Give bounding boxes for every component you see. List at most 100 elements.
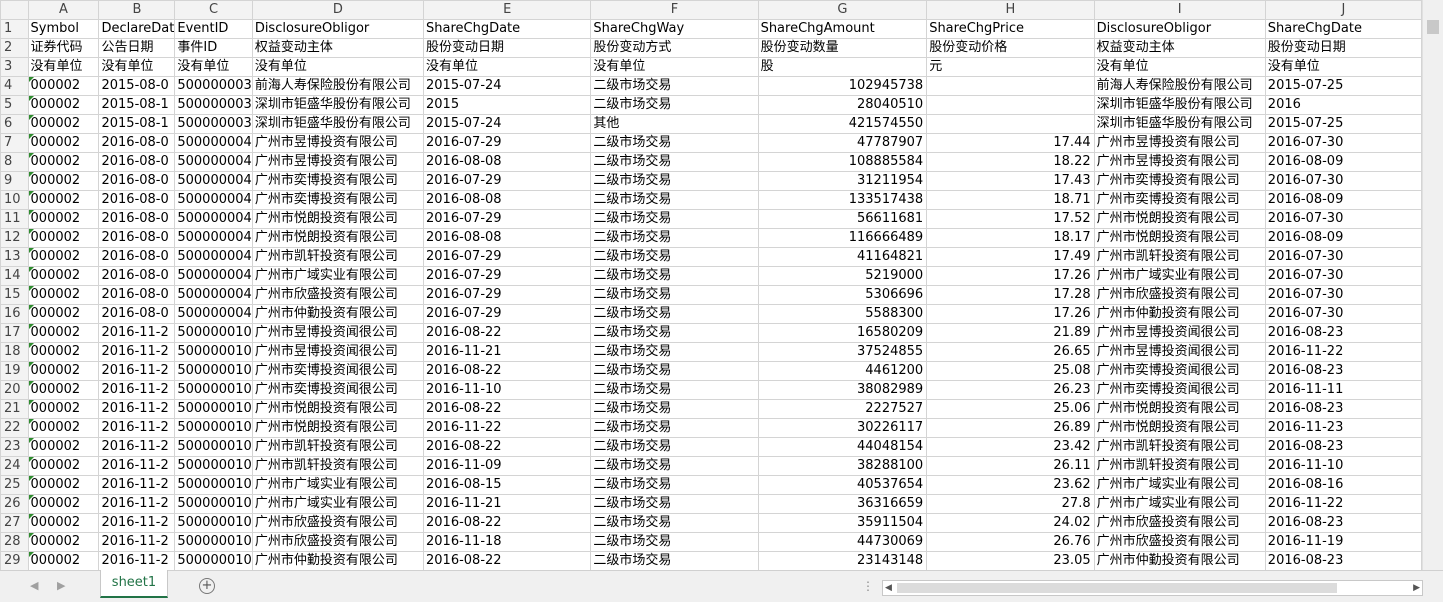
cell[interactable]: 35911504 (757, 513, 928, 533)
cell[interactable]: 2016-11-2 (98, 494, 176, 514)
cell[interactable]: 2016-08-22 (422, 551, 592, 570)
cell[interactable]: 2016-08-22 (422, 513, 592, 533)
vertical-scrollbar[interactable] (1422, 0, 1443, 570)
cell[interactable]: 2227527 (757, 399, 928, 419)
row-header[interactable]: 14 (0, 266, 29, 286)
cell[interactable]: 二级市场交易 (590, 171, 759, 191)
row-header[interactable]: 20 (0, 380, 29, 400)
horizontal-scroll-thumb[interactable] (897, 583, 1337, 593)
cell[interactable]: 2016-11-10 (1264, 456, 1422, 476)
cell[interactable]: 000002 (27, 266, 100, 286)
cell[interactable]: 二级市场交易 (590, 494, 759, 514)
cell[interactable]: 二级市场交易 (590, 152, 759, 172)
cell[interactable]: 证券代码 (27, 38, 100, 58)
cell[interactable]: 41164821 (757, 247, 928, 267)
cell[interactable]: 二级市场交易 (590, 342, 759, 362)
cell[interactable]: 2015-08-1 (98, 95, 176, 115)
cell[interactable]: 2016-07-30 (1264, 266, 1422, 286)
row-header[interactable]: 23 (0, 437, 29, 457)
row-header[interactable]: 15 (0, 285, 29, 305)
cell[interactable]: 2016-07-29 (422, 266, 592, 286)
cell[interactable]: 25.06 (926, 399, 1095, 419)
cell[interactable]: 23.05 (926, 551, 1095, 570)
cell[interactable]: ShareChgAmount (757, 19, 928, 39)
cell[interactable]: 26.23 (926, 380, 1095, 400)
cell[interactable]: 广州市凯轩投资有限公司 (1093, 456, 1266, 476)
vertical-scroll-thumb[interactable] (1427, 20, 1439, 34)
cell[interactable]: 2016-08-22 (422, 361, 592, 381)
cell[interactable]: 500000010 (174, 399, 253, 419)
cell[interactable]: 30226117 (757, 418, 928, 438)
cell[interactable]: 000002 (27, 152, 100, 172)
cell[interactable]: 500000010 (174, 475, 253, 495)
cell[interactable]: 广州市悦朗投资有限公司 (251, 399, 425, 419)
cell[interactable]: 2016-07-29 (422, 304, 592, 324)
cell[interactable]: 38288100 (757, 456, 928, 476)
cell[interactable]: 广州市奕博投资有限公司 (1093, 190, 1266, 210)
cell[interactable]: 没有单位 (1093, 57, 1266, 77)
cell[interactable]: 股份变动价格 (926, 38, 1095, 58)
column-header-j[interactable]: J (1264, 0, 1422, 20)
cell[interactable]: 500000004 (174, 133, 253, 153)
cell[interactable]: 26.11 (926, 456, 1095, 476)
column-header-f[interactable]: F (590, 0, 759, 20)
cell[interactable]: 44730069 (757, 532, 928, 552)
row-header[interactable]: 6 (0, 114, 29, 134)
row-header[interactable]: 13 (0, 247, 29, 267)
cell[interactable]: 2016-08-08 (422, 228, 592, 248)
cell[interactable]: 000002 (27, 285, 100, 305)
cell[interactable]: 2016-11-18 (422, 532, 592, 552)
row-header[interactable]: 2 (0, 38, 29, 58)
row-header[interactable]: 28 (0, 532, 29, 552)
cell[interactable]: 500000010 (174, 456, 253, 476)
cell[interactable]: 广州市欣盛投资有限公司 (1093, 513, 1266, 533)
cell[interactable]: 2016-07-30 (1264, 133, 1422, 153)
scroll-right-arrow-icon[interactable]: ▶ (1413, 581, 1420, 595)
column-header-a[interactable]: A (27, 0, 100, 20)
row-header[interactable]: 29 (0, 551, 29, 570)
cell[interactable]: 广州市凯轩投资有限公司 (251, 456, 425, 476)
cell[interactable]: 没有单位 (251, 57, 425, 77)
horizontal-scrollbar[interactable]: ◀ ▶ (882, 580, 1423, 596)
cell[interactable]: 广州市欣盛投资有限公司 (1093, 532, 1266, 552)
cell[interactable]: 28040510 (757, 95, 928, 115)
cell[interactable]: 2015 (422, 95, 592, 115)
cell[interactable]: 2016-11-2 (98, 361, 176, 381)
cell[interactable]: 二级市场交易 (590, 399, 759, 419)
cell[interactable]: 17.43 (926, 171, 1095, 191)
cell[interactable]: 26.76 (926, 532, 1095, 552)
cell[interactable]: 广州市奕博投资闻很公司 (251, 380, 425, 400)
cell[interactable]: 广州市凯轩投资有限公司 (251, 437, 425, 457)
cell[interactable]: 17.44 (926, 133, 1095, 153)
cell[interactable]: 广州市凯轩投资有限公司 (1093, 437, 1266, 457)
cell[interactable]: 权益变动主体 (251, 38, 425, 58)
cell[interactable]: ShareChgDate (422, 19, 592, 39)
cell[interactable]: 广州市广域实业有限公司 (251, 475, 425, 495)
cell[interactable]: 500000004 (174, 247, 253, 267)
cell[interactable]: 广州市欣盛投资有限公司 (251, 532, 425, 552)
cell[interactable]: 广州市悦朗投资有限公司 (1093, 399, 1266, 419)
cell[interactable]: 000002 (27, 171, 100, 191)
cell[interactable]: 000002 (27, 190, 100, 210)
column-header-e[interactable]: E (422, 0, 592, 20)
cell[interactable]: 17.49 (926, 247, 1095, 267)
cell[interactable]: 广州市广域实业有限公司 (1093, 475, 1266, 495)
cell[interactable]: 500000010 (174, 323, 253, 343)
cell[interactable]: 二级市场交易 (590, 380, 759, 400)
cell[interactable]: 2016-08-22 (422, 323, 592, 343)
cell[interactable]: 2016-11-09 (422, 456, 592, 476)
row-header[interactable]: 11 (0, 209, 29, 229)
cell[interactable]: 广州市仲勤投资有限公司 (251, 551, 425, 570)
cell[interactable]: 500000010 (174, 342, 253, 362)
cell[interactable]: 000002 (27, 114, 100, 134)
cell[interactable]: 2016-11-2 (98, 437, 176, 457)
cell[interactable]: 000002 (27, 228, 100, 248)
cell[interactable]: 500000010 (174, 437, 253, 457)
cell[interactable]: 000002 (27, 494, 100, 514)
cell[interactable]: 26.65 (926, 342, 1095, 362)
cell[interactable]: 500000010 (174, 380, 253, 400)
cell[interactable]: 2016-11-2 (98, 532, 176, 552)
cell[interactable]: 2016-07-29 (422, 285, 592, 305)
cell[interactable]: 500000004 (174, 266, 253, 286)
cell[interactable]: 36316659 (757, 494, 928, 514)
